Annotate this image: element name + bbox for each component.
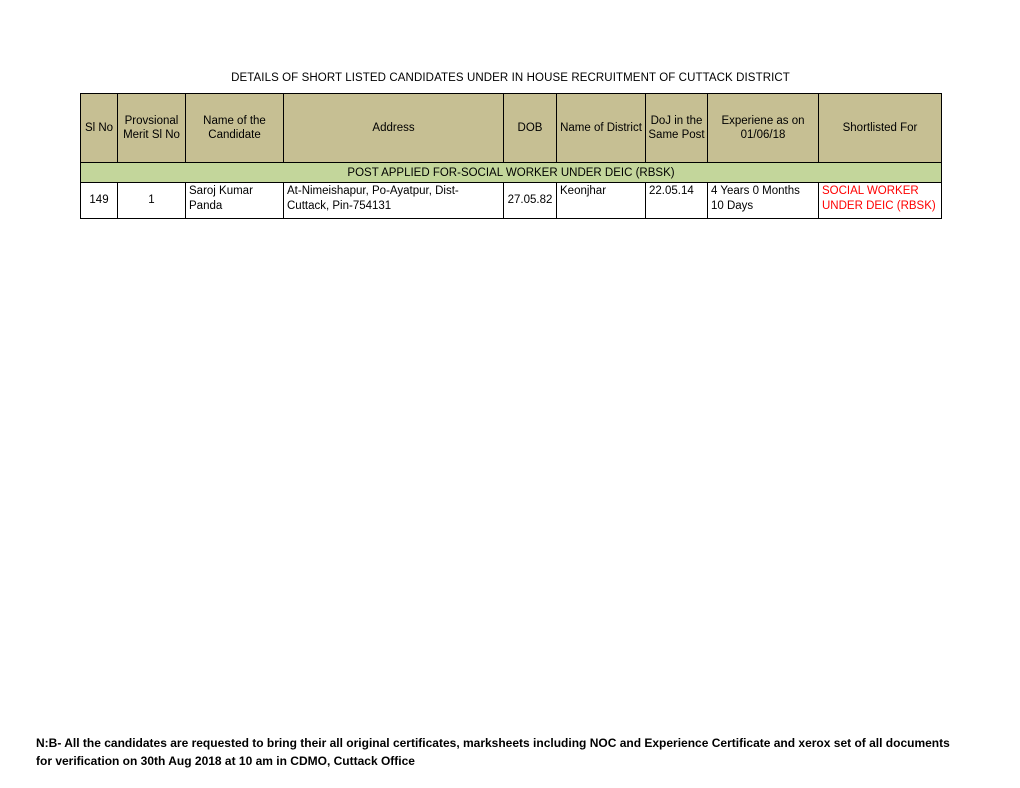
shortlisted-candidates-table: Sl No Provsional Merit Sl No Name of the… [80, 93, 942, 219]
column-header-address: Address [283, 93, 504, 163]
cell-dob: 27.05.82 [503, 182, 557, 219]
column-header-merit-sl-no: Provsional Merit Sl No [117, 93, 186, 163]
cell-district: Keonjhar [556, 182, 646, 219]
column-header-candidate-name: Name of the Candidate [185, 93, 284, 163]
post-applied-band-row: POST APPLIED FOR-SOCIAL WORKER UNDER DEI… [80, 162, 942, 183]
footer-note: N:B- All the candidates are requested to… [36, 734, 981, 770]
cell-address: At-Nimeishapur, Po-Ayatpur, Dist-Cuttack… [283, 182, 504, 219]
cell-experience: 4 Years 0 Months 10 Days [707, 182, 819, 219]
footer-note-line-1: N:B- All the candidates are requested to… [36, 736, 950, 750]
table-header-row: Sl No Provsional Merit Sl No Name of the… [80, 93, 942, 163]
column-header-shortlisted-for: Shortlisted For [818, 93, 942, 163]
column-header-experience: Experiene as on 01/06/18 [707, 93, 819, 163]
cell-merit-sl-no: 1 [117, 182, 186, 219]
column-header-doj: DoJ in the Same Post [645, 93, 708, 163]
cell-candidate-name: Saroj Kumar Panda [185, 182, 284, 219]
cell-sl-no: 149 [80, 182, 118, 219]
footer-note-line-2: for verification on 30th Aug 2018 at 10 … [36, 754, 415, 768]
table-row: 149 1 Saroj Kumar Panda At-Nimeishapur, … [80, 182, 942, 219]
cell-shortlisted-for: SOCIAL WORKER UNDER DEIC (RBSK) [818, 182, 942, 219]
column-header-dob: DOB [503, 93, 557, 163]
cell-doj: 22.05.14 [645, 182, 708, 219]
post-applied-band-label: POST APPLIED FOR-SOCIAL WORKER UNDER DEI… [80, 162, 942, 183]
column-header-district: Name of District [556, 93, 646, 163]
column-header-sl-no: Sl No [80, 93, 118, 163]
page-title: DETAILS OF SHORT LISTED CANDIDATES UNDER… [231, 72, 790, 84]
